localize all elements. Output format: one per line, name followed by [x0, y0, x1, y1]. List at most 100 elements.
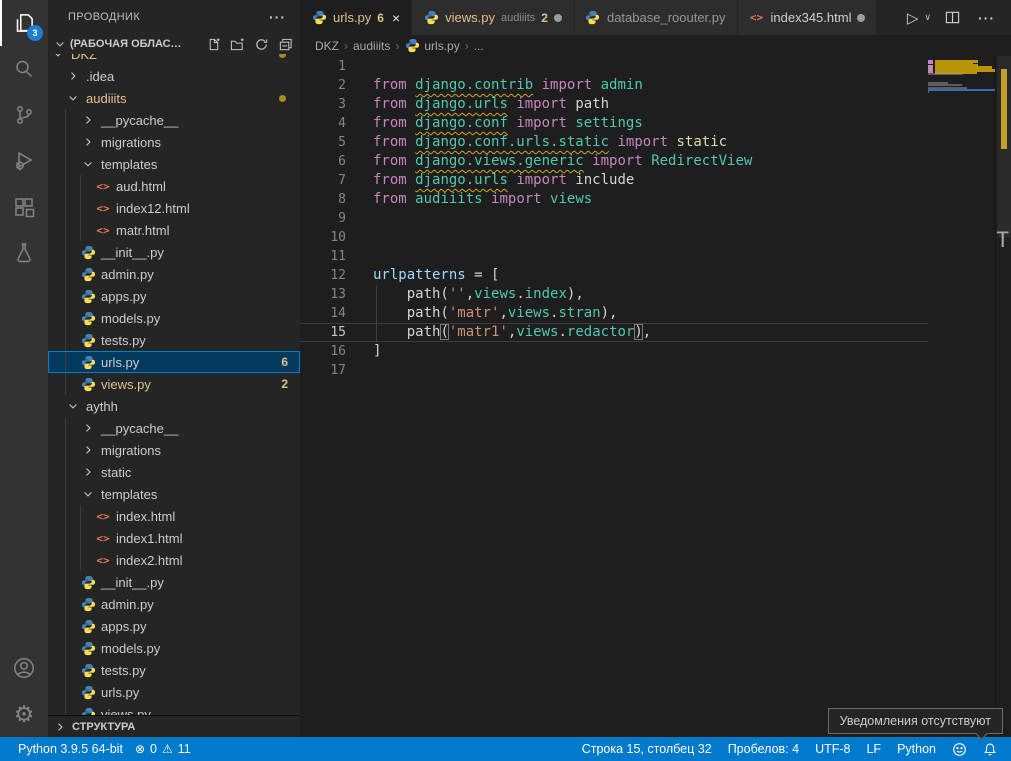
- code-line-3[interactable]: 3from django.urls import path: [300, 95, 928, 114]
- code-line-10[interactable]: 10: [300, 228, 928, 247]
- tree-item-templates[interactable]: templates: [48, 483, 300, 505]
- tree-item-aud.html[interactable]: <>aud.html: [48, 175, 300, 197]
- tree-item-tests.py[interactable]: tests.py: [48, 659, 300, 681]
- activity-settings[interactable]: ⚙: [0, 691, 48, 737]
- feedback-smiley-icon[interactable]: [946, 742, 973, 757]
- tree-indent-guide: [50, 285, 65, 307]
- minimap[interactable]: [928, 56, 995, 737]
- code-line-12[interactable]: 12urlpatterns = [: [300, 266, 928, 285]
- activity-account[interactable]: [0, 645, 48, 691]
- tree-item-index.html[interactable]: <>index.html: [48, 505, 300, 527]
- run-debug-icon: [12, 149, 36, 173]
- code-line-2[interactable]: 2from django.contrib import admin: [300, 76, 928, 95]
- tree-item-views.py[interactable]: views.py: [48, 703, 300, 715]
- tree-item-migrations[interactable]: migrations: [48, 439, 300, 461]
- code-line-11[interactable]: 11: [300, 247, 928, 266]
- refresh-icon[interactable]: [252, 35, 270, 53]
- breadcrumb-item-...[interactable]: ...: [474, 39, 484, 53]
- more-actions-icon[interactable]: ···: [974, 10, 999, 26]
- tree-item-apps.py[interactable]: apps.py: [48, 285, 300, 307]
- editor-scrollbar[interactable]: T: [995, 56, 1011, 737]
- activity-testing[interactable]: [0, 230, 48, 276]
- eol-indicator[interactable]: LF: [860, 742, 887, 756]
- code-token: include: [575, 172, 634, 188]
- python-interpreter-indicator[interactable]: Python 3.9.5 64-bit: [12, 742, 129, 756]
- tree-item-admin.py[interactable]: admin.py: [48, 593, 300, 615]
- code-line-8[interactable]: 8from audiiits import views: [300, 190, 928, 209]
- tree-item-matr.html[interactable]: <>matr.html: [48, 219, 300, 241]
- code-line-1[interactable]: 1: [300, 57, 928, 76]
- tree-item-admin.py[interactable]: admin.py: [48, 263, 300, 285]
- encoding-indicator[interactable]: UTF-8: [809, 742, 856, 756]
- code-line-5[interactable]: 5from django.conf.urls.static import sta…: [300, 133, 928, 152]
- collapse-all-icon[interactable]: [276, 35, 294, 53]
- tree-item-aythh[interactable]: aythh: [48, 395, 300, 417]
- tree-item-templates[interactable]: templates: [48, 153, 300, 175]
- bell-icon[interactable]: [977, 742, 1003, 757]
- tree-item-__init__.py[interactable]: __init__.py: [48, 571, 300, 593]
- tree-indent-guide: [80, 175, 95, 197]
- tab-index345.html[interactable]: <>index345.html: [738, 0, 878, 35]
- tree-item-.idea[interactable]: .idea: [48, 65, 300, 87]
- tree-item-models.py[interactable]: models.py: [48, 637, 300, 659]
- tree-item-models.py[interactable]: models.py: [48, 307, 300, 329]
- code-line-14[interactable]: 14 path('matr',views.stran),: [300, 304, 928, 323]
- breadcrumb-item-DKZ[interactable]: DKZ: [315, 39, 339, 53]
- python-file-icon: [80, 377, 96, 392]
- code-line-4[interactable]: 4from django.conf import settings: [300, 114, 928, 133]
- python-file-icon: [80, 289, 96, 304]
- tree-item-index2.html[interactable]: <>index2.html: [48, 549, 300, 571]
- tab-bar: urls.py6×views.pyaudiiits2database_roout…: [300, 0, 1011, 35]
- code-line-16[interactable]: 16]: [300, 342, 928, 361]
- activity-source-control[interactable]: [0, 92, 48, 138]
- indentation-indicator[interactable]: Пробелов: 4: [722, 742, 805, 756]
- breadcrumb-item-audiiits[interactable]: audiiits: [353, 39, 390, 53]
- language-mode-indicator[interactable]: Python: [891, 742, 942, 756]
- split-editor-icon[interactable]: [945, 10, 960, 25]
- tree-item-label: urls.py: [101, 685, 139, 700]
- line-number: 9: [300, 209, 346, 228]
- code-editor[interactable]: 12from django.contrib import admin3from …: [300, 56, 1011, 737]
- python-file-icon: [80, 311, 96, 326]
- breadcrumb-item-urls.py[interactable]: urls.py: [404, 38, 459, 53]
- code-line-6[interactable]: 6from django.views.generic import Redire…: [300, 152, 928, 171]
- tree-item-migrations[interactable]: migrations: [48, 131, 300, 153]
- workspace-section-header[interactable]: (РАБОЧАЯ ОБЛАСТЬ) ...: [48, 34, 300, 54]
- tab-views.py[interactable]: views.pyaudiiits2: [412, 0, 574, 35]
- run-dropdown-icon[interactable]: ∨: [924, 12, 931, 23]
- outline-section-header[interactable]: СТРУКТУРА: [48, 715, 300, 737]
- more-actions-icon[interactable]: ···: [265, 9, 290, 25]
- tree-item-urls.py[interactable]: urls.py: [48, 681, 300, 703]
- run-file-icon[interactable]: ▷: [907, 9, 919, 27]
- tree-item-__pycache__[interactable]: __pycache__: [48, 417, 300, 439]
- tree-item-views.py[interactable]: views.py2: [48, 373, 300, 395]
- code-token: import: [617, 134, 676, 150]
- chevron-down-icon: [65, 92, 81, 104]
- activity-explorer[interactable]: 3: [0, 0, 48, 46]
- tree-item-static[interactable]: static: [48, 461, 300, 483]
- code-line-7[interactable]: 7from django.urls import include: [300, 171, 928, 190]
- tree-item-urls.py[interactable]: urls.py6: [48, 351, 300, 373]
- tab-database_roouter.py[interactable]: database_roouter.py: [574, 0, 738, 35]
- tree-item-index1.html[interactable]: <>index1.html: [48, 527, 300, 549]
- code-line-17[interactable]: 17: [300, 361, 928, 380]
- tree-item-DKZ[interactable]: DKZ: [48, 54, 300, 65]
- cursor-position-indicator[interactable]: Строка 15, столбец 32: [576, 742, 718, 756]
- tree-item-tests.py[interactable]: tests.py: [48, 329, 300, 351]
- tree-item-index12.html[interactable]: <>index12.html: [48, 197, 300, 219]
- tab-urls.py[interactable]: urls.py6×: [300, 0, 412, 35]
- code-line-13[interactable]: 13 path('',views.index),: [300, 285, 928, 304]
- code-line-9[interactable]: 9: [300, 209, 928, 228]
- activity-extensions[interactable]: [0, 184, 48, 230]
- close-icon[interactable]: ×: [392, 10, 400, 26]
- tree-item-apps.py[interactable]: apps.py: [48, 615, 300, 637]
- activity-search[interactable]: [0, 46, 48, 92]
- tree-item-__pycache__[interactable]: __pycache__: [48, 109, 300, 131]
- problems-indicator[interactable]: ⊗ 0 ⚠ 11: [129, 742, 197, 756]
- tree-item-__init__.py[interactable]: __init__.py: [48, 241, 300, 263]
- activity-run-debug[interactable]: [0, 138, 48, 184]
- new-file-icon[interactable]: [204, 35, 222, 53]
- new-folder-icon[interactable]: [228, 35, 246, 53]
- tree-item-audiiits[interactable]: audiiits: [48, 87, 300, 109]
- code-line-15[interactable]: 15 path('matr1',views.redactor),: [300, 323, 928, 342]
